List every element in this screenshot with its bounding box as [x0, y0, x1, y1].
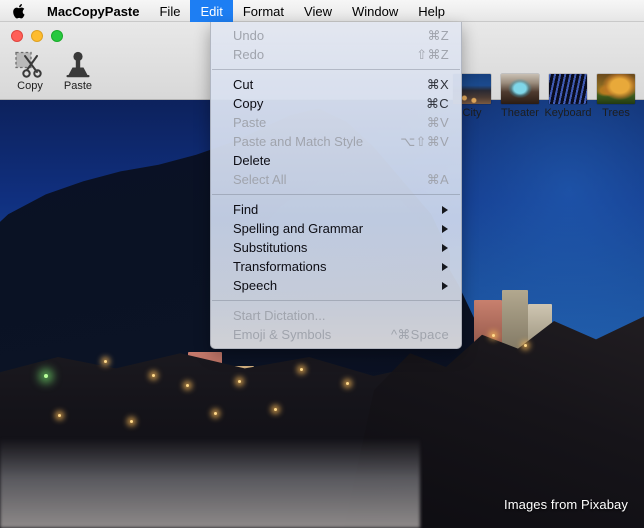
toolbar-paste-button[interactable]: Paste — [54, 48, 102, 92]
street-lamp — [104, 360, 107, 363]
menu-view[interactable]: View — [294, 0, 342, 22]
window-traffic-lights — [11, 30, 63, 42]
menu-item-label: Cut — [233, 77, 254, 92]
menu-item-label: Delete — [233, 153, 271, 168]
chevron-right-icon — [442, 262, 448, 271]
thumbnail-keyboard-label: Keyboard — [544, 107, 592, 119]
street-lamp — [130, 420, 133, 423]
street-lamp — [524, 344, 527, 347]
menu-edit[interactable]: Edit — [190, 0, 233, 22]
menu-item-shortcut: ⌘Z — [427, 27, 449, 43]
keyboard-thumbnail-icon — [549, 74, 587, 104]
street-lamp — [186, 384, 189, 387]
toolbar-copy-label: Copy — [17, 80, 43, 92]
menu-item-undo: Undo ⌘Z — [211, 26, 461, 45]
scissors-icon — [15, 50, 45, 78]
menu-separator — [212, 69, 460, 70]
menu-bar: MacCopyPaste File Edit Format View Windo… — [0, 0, 644, 22]
screen: Images from Pixabay Copy Paste City Thea… — [0, 0, 644, 528]
menu-item-redo: Redo ⇧⌘Z — [211, 45, 461, 64]
thumbnail-trees[interactable]: Trees — [592, 74, 640, 119]
menu-help[interactable]: Help — [408, 0, 455, 22]
menu-item-label: Find — [233, 202, 259, 217]
menu-item-label: Spelling and Grammar — [233, 221, 364, 236]
thumbnail-keyboard[interactable]: Keyboard — [544, 74, 592, 119]
toolbar-paste-label: Paste — [63, 80, 93, 92]
harbor-water — [0, 438, 420, 528]
chevron-right-icon — [442, 205, 448, 214]
chevron-right-icon — [442, 224, 448, 233]
menu-item-label: Emoji & Symbols — [233, 327, 332, 342]
thumbnail-city-label: City — [462, 107, 482, 119]
menu-item-label: Start Dictation... — [233, 308, 326, 323]
menu-item-shortcut: ⌘V — [426, 114, 449, 130]
theater-thumbnail-icon — [501, 74, 539, 104]
edit-menu-dropdown: Undo ⌘Z Redo ⇧⌘Z Cut ⌘X Copy ⌘C Paste ⌘V Paste and… — [210, 22, 462, 349]
menu-item-emoji-symbols: Emoji & Symbols ^⌘Space — [211, 325, 461, 344]
street-lamp — [300, 368, 303, 371]
close-button[interactable] — [11, 30, 23, 42]
menu-separator — [212, 300, 460, 301]
menu-item-label: Redo — [233, 47, 265, 62]
minimize-button[interactable] — [31, 30, 43, 42]
street-lamp — [152, 374, 155, 377]
image-credit: Images from Pixabay — [503, 497, 628, 512]
menu-item-shortcut: ⌘X — [426, 76, 449, 92]
menu-separator — [212, 194, 460, 195]
menu-item-shortcut: ^⌘Space — [390, 326, 449, 342]
menu-file[interactable]: File — [149, 0, 190, 22]
toolbar-copy-button[interactable]: Copy — [6, 48, 54, 92]
street-lamp — [214, 412, 217, 415]
menu-item-label: Copy — [233, 96, 264, 111]
menu-maccopypaste[interactable]: MacCopyPaste — [37, 0, 149, 22]
menu-item-label: Select All — [233, 172, 287, 187]
menu-item-shortcut: ⌥⇧⌘V — [400, 133, 449, 149]
thumbnail-trees-label: Trees — [602, 107, 630, 119]
street-lamp — [346, 382, 349, 385]
thumbnail-theater-label: Theater — [501, 107, 539, 119]
menu-item-spelling-and-grammar[interactable]: Spelling and Grammar — [211, 219, 461, 238]
street-lamp — [238, 380, 241, 383]
menu-item-delete[interactable]: Delete — [211, 151, 461, 170]
menu-item-speech[interactable]: Speech — [211, 276, 461, 295]
trees-thumbnail-icon — [597, 74, 635, 104]
menu-item-copy[interactable]: Copy ⌘C — [211, 94, 461, 113]
menu-item-label: Substitutions — [233, 240, 308, 255]
stamp-icon — [63, 50, 93, 78]
menu-item-paste-and-match-style: Paste and Match Style ⌥⇧⌘V — [211, 132, 461, 151]
menu-item-label: Undo — [233, 28, 265, 43]
chevron-right-icon — [442, 243, 448, 252]
street-lamp — [274, 408, 277, 411]
apple-logo-icon[interactable] — [0, 0, 37, 22]
menu-item-label: Paste — [233, 115, 267, 130]
menu-item-substitutions[interactable]: Substitutions — [211, 238, 461, 257]
green-light — [44, 374, 48, 378]
street-lamp — [58, 414, 61, 417]
menu-item-label: Speech — [233, 278, 278, 293]
menu-item-label: Transformations — [233, 259, 327, 274]
chevron-right-icon — [442, 281, 448, 290]
menu-format[interactable]: Format — [233, 0, 294, 22]
menu-item-shortcut: ⇧⌘Z — [416, 46, 449, 62]
menu-item-select-all: Select All ⌘A — [211, 170, 461, 189]
menu-item-label: Paste and Match Style — [233, 134, 364, 149]
thumbnail-theater[interactable]: Theater — [496, 74, 544, 119]
menu-item-find[interactable]: Find — [211, 200, 461, 219]
menu-item-paste: Paste ⌘V — [211, 113, 461, 132]
menu-item-cut[interactable]: Cut ⌘X — [211, 75, 461, 94]
menu-item-shortcut: ⌘A — [426, 171, 449, 187]
menu-item-transformations[interactable]: Transformations — [211, 257, 461, 276]
menu-item-shortcut: ⌘C — [426, 95, 449, 111]
menu-item-start-dictation: Start Dictation... — [211, 306, 461, 325]
menu-window[interactable]: Window — [342, 0, 408, 22]
toolbar-thumbnails: City Theater Keyboard Trees — [448, 74, 640, 119]
street-lamp — [492, 334, 495, 337]
zoom-button[interactable] — [51, 30, 63, 42]
